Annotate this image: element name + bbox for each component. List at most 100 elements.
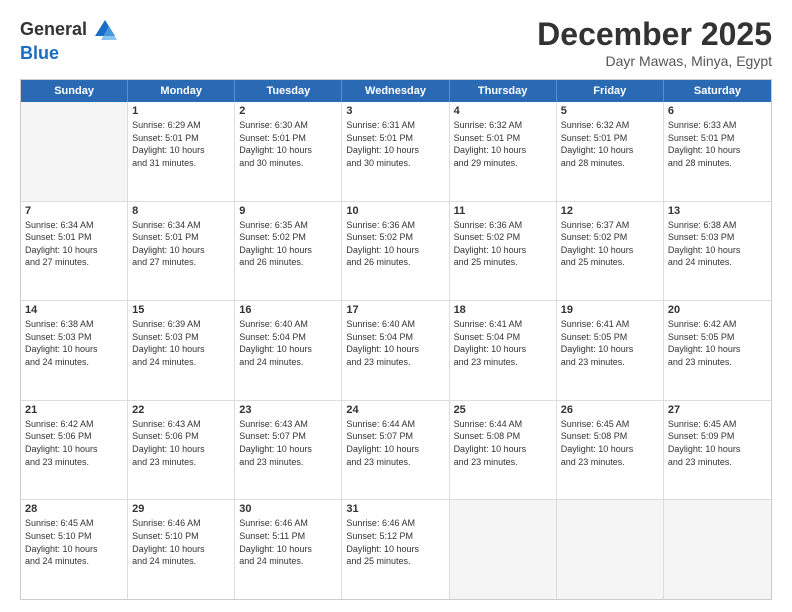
day-number: 16 <box>239 304 337 316</box>
header: General Blue December 2025 Dayr Mawas, M… <box>20 16 772 69</box>
cell-info: Sunrise: 6:34 AM Sunset: 5:01 PM Dayligh… <box>132 219 230 269</box>
cell-info: Sunrise: 6:43 AM Sunset: 5:07 PM Dayligh… <box>239 418 337 468</box>
cell-info: Sunrise: 6:38 AM Sunset: 5:03 PM Dayligh… <box>25 318 123 368</box>
header-day-friday: Friday <box>557 80 664 102</box>
day-number: 22 <box>132 404 230 416</box>
day-number: 28 <box>25 503 123 515</box>
cell-info: Sunrise: 6:46 AM Sunset: 5:11 PM Dayligh… <box>239 517 337 567</box>
cell-info: Sunrise: 6:38 AM Sunset: 5:03 PM Dayligh… <box>668 219 767 269</box>
cell-info: Sunrise: 6:43 AM Sunset: 5:06 PM Dayligh… <box>132 418 230 468</box>
cell-info: Sunrise: 6:44 AM Sunset: 5:08 PM Dayligh… <box>454 418 552 468</box>
calendar-cell-2-6: 20Sunrise: 6:42 AM Sunset: 5:05 PM Dayli… <box>664 301 771 400</box>
calendar-row-0: 1Sunrise: 6:29 AM Sunset: 5:01 PM Daylig… <box>21 102 771 201</box>
cell-info: Sunrise: 6:41 AM Sunset: 5:05 PM Dayligh… <box>561 318 659 368</box>
cell-info: Sunrise: 6:36 AM Sunset: 5:02 PM Dayligh… <box>454 219 552 269</box>
cell-info: Sunrise: 6:31 AM Sunset: 5:01 PM Dayligh… <box>346 119 444 169</box>
calendar-cell-1-6: 13Sunrise: 6:38 AM Sunset: 5:03 PM Dayli… <box>664 202 771 301</box>
day-number: 7 <box>25 205 123 217</box>
day-number: 5 <box>561 105 659 117</box>
calendar-cell-0-2: 2 Sunrise: 6:30 AM Sunset: 5:01 PM Daylig… <box>235 102 342 201</box>
calendar-cell-0-6: 6Sunrise: 6:33 AM Sunset: 5:01 PM Daylig… <box>664 102 771 201</box>
day-number: 14 <box>25 304 123 316</box>
calendar-row-2: 14 Sunrise: 6:38 AM Sunset: 5:03 PM Dayli… <box>21 300 771 400</box>
calendar-cell-1-4: 11 Sunrise: 6:36 AM Sunset: 5:02 PM Dayli… <box>450 202 557 301</box>
calendar-row-1: 7 Sunrise: 6:34 AM Sunset: 5:01 PM Daylig… <box>21 201 771 301</box>
calendar-cell-4-1: 29Sunrise: 6:46 AM Sunset: 5:10 PM Dayli… <box>128 500 235 599</box>
day-number: 23 <box>239 404 337 416</box>
calendar-cell-2-0: 14 Sunrise: 6:38 AM Sunset: 5:03 PM Dayli… <box>21 301 128 400</box>
calendar-cell-3-3: 24 Sunrise: 6:44 AM Sunset: 5:07 PM Dayli… <box>342 401 449 500</box>
calendar-cell-1-1: 8 Sunrise: 6:34 AM Sunset: 5:01 PM Daylig… <box>128 202 235 301</box>
header-day-monday: Monday <box>128 80 235 102</box>
calendar-cell-2-2: 16 Sunrise: 6:40 AM Sunset: 5:04 PM Dayli… <box>235 301 342 400</box>
cell-info: Sunrise: 6:32 AM Sunset: 5:01 PM Dayligh… <box>454 119 552 169</box>
month-title: December 2025 <box>537 16 772 53</box>
cell-info: Sunrise: 6:39 AM Sunset: 5:03 PM Dayligh… <box>132 318 230 368</box>
day-number: 9 <box>239 205 337 217</box>
logo-general: General <box>20 20 87 40</box>
cell-info: Sunrise: 6:40 AM Sunset: 5:04 PM Dayligh… <box>346 318 444 368</box>
header-day-tuesday: Tuesday <box>235 80 342 102</box>
day-number: 21 <box>25 404 123 416</box>
calendar-cell-3-6: 27Sunrise: 6:45 AM Sunset: 5:09 PM Dayli… <box>664 401 771 500</box>
calendar-body: 1Sunrise: 6:29 AM Sunset: 5:01 PM Daylig… <box>21 102 771 599</box>
day-number: 11 <box>454 205 552 217</box>
cell-info: Sunrise: 6:40 AM Sunset: 5:04 PM Dayligh… <box>239 318 337 368</box>
cell-info: Sunrise: 6:30 AM Sunset: 5:01 PM Dayligh… <box>239 119 337 169</box>
header-day-thursday: Thursday <box>450 80 557 102</box>
day-number: 2 <box>239 105 337 117</box>
calendar-cell-0-5: 5Sunrise: 6:32 AM Sunset: 5:01 PM Daylig… <box>557 102 664 201</box>
cell-info: Sunrise: 6:45 AM Sunset: 5:08 PM Dayligh… <box>561 418 659 468</box>
calendar-cell-4-3: 31Sunrise: 6:46 AM Sunset: 5:12 PM Dayli… <box>342 500 449 599</box>
cell-info: Sunrise: 6:29 AM Sunset: 5:01 PM Dayligh… <box>132 119 230 169</box>
location: Dayr Mawas, Minya, Egypt <box>537 53 772 69</box>
cell-info: Sunrise: 6:45 AM Sunset: 5:09 PM Dayligh… <box>668 418 767 468</box>
day-number: 17 <box>346 304 444 316</box>
logo: General Blue <box>20 16 119 64</box>
cell-info: Sunrise: 6:41 AM Sunset: 5:04 PM Dayligh… <box>454 318 552 368</box>
calendar-cell-2-3: 17 Sunrise: 6:40 AM Sunset: 5:04 PM Dayli… <box>342 301 449 400</box>
day-number: 15 <box>132 304 230 316</box>
calendar-cell-3-1: 22 Sunrise: 6:43 AM Sunset: 5:06 PM Dayli… <box>128 401 235 500</box>
calendar-cell-4-6 <box>664 500 771 599</box>
cell-info: Sunrise: 6:45 AM Sunset: 5:10 PM Dayligh… <box>25 517 123 567</box>
cell-info: Sunrise: 6:44 AM Sunset: 5:07 PM Dayligh… <box>346 418 444 468</box>
calendar-cell-3-5: 26 Sunrise: 6:45 AM Sunset: 5:08 PM Dayli… <box>557 401 664 500</box>
calendar-cell-0-4: 4 Sunrise: 6:32 AM Sunset: 5:01 PM Daylig… <box>450 102 557 201</box>
day-number: 26 <box>561 404 659 416</box>
day-number: 24 <box>346 404 444 416</box>
day-number: 18 <box>454 304 552 316</box>
header-day-wednesday: Wednesday <box>342 80 449 102</box>
calendar-header: SundayMondayTuesdayWednesdayThursdayFrid… <box>21 80 771 102</box>
day-number: 20 <box>668 304 767 316</box>
cell-info: Sunrise: 6:36 AM Sunset: 5:02 PM Dayligh… <box>346 219 444 269</box>
calendar-cell-2-4: 18 Sunrise: 6:41 AM Sunset: 5:04 PM Dayli… <box>450 301 557 400</box>
header-day-saturday: Saturday <box>664 80 771 102</box>
calendar-cell-1-5: 12Sunrise: 6:37 AM Sunset: 5:02 PM Dayli… <box>557 202 664 301</box>
title-block: December 2025 Dayr Mawas, Minya, Egypt <box>537 16 772 69</box>
day-number: 4 <box>454 105 552 117</box>
calendar-cell-1-3: 10 Sunrise: 6:36 AM Sunset: 5:02 PM Dayli… <box>342 202 449 301</box>
calendar-cell-2-1: 15 Sunrise: 6:39 AM Sunset: 5:03 PM Dayli… <box>128 301 235 400</box>
cell-info: Sunrise: 6:35 AM Sunset: 5:02 PM Dayligh… <box>239 219 337 269</box>
calendar-cell-4-0: 28 Sunrise: 6:45 AM Sunset: 5:10 PM Dayli… <box>21 500 128 599</box>
page: General Blue December 2025 Dayr Mawas, M… <box>0 0 792 612</box>
day-number: 12 <box>561 205 659 217</box>
cell-info: Sunrise: 6:42 AM Sunset: 5:06 PM Dayligh… <box>25 418 123 468</box>
calendar-cell-4-2: 30 Sunrise: 6:46 AM Sunset: 5:11 PM Dayli… <box>235 500 342 599</box>
day-number: 6 <box>668 105 767 117</box>
cell-info: Sunrise: 6:34 AM Sunset: 5:01 PM Dayligh… <box>25 219 123 269</box>
day-number: 30 <box>239 503 337 515</box>
calendar-cell-3-0: 21 Sunrise: 6:42 AM Sunset: 5:06 PM Dayli… <box>21 401 128 500</box>
calendar-cell-4-4 <box>450 500 557 599</box>
day-number: 3 <box>346 105 444 117</box>
day-number: 29 <box>132 503 230 515</box>
logo-blue: Blue <box>20 44 119 64</box>
day-number: 10 <box>346 205 444 217</box>
cell-info: Sunrise: 6:46 AM Sunset: 5:12 PM Dayligh… <box>346 517 444 567</box>
day-number: 8 <box>132 205 230 217</box>
calendar-cell-3-2: 23 Sunrise: 6:43 AM Sunset: 5:07 PM Dayli… <box>235 401 342 500</box>
calendar-cell-1-0: 7 Sunrise: 6:34 AM Sunset: 5:01 PM Daylig… <box>21 202 128 301</box>
calendar-cell-2-5: 19Sunrise: 6:41 AM Sunset: 5:05 PM Dayli… <box>557 301 664 400</box>
logo-icon <box>91 16 119 44</box>
